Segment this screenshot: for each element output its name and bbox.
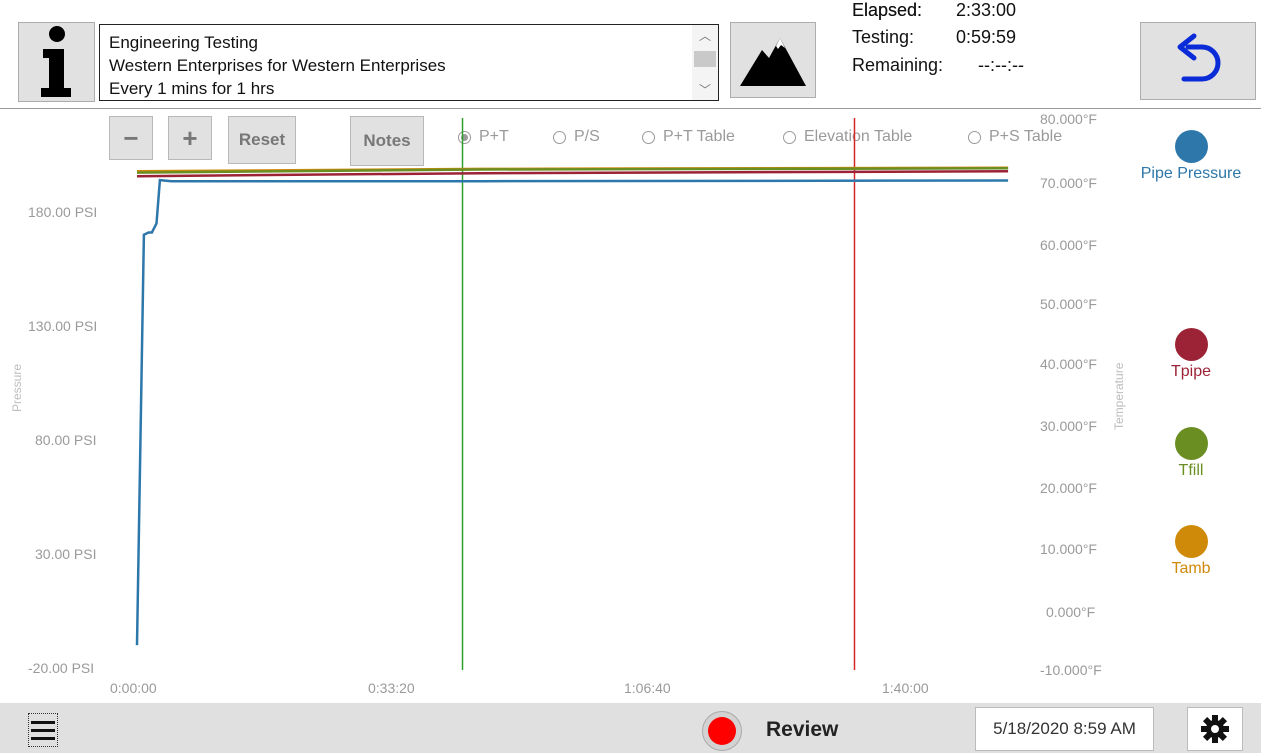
legend-swatch <box>1174 427 1208 460</box>
gear-icon <box>1201 715 1229 743</box>
legend-tpipe[interactable]: Tpipe <box>1126 328 1256 381</box>
datetime-display[interactable]: 5/18/2020 8:59 AM <box>975 707 1154 751</box>
legend-swatch <box>1174 328 1208 361</box>
hamburger-icon <box>31 720 55 724</box>
hamburger-icon-line <box>31 728 55 732</box>
legend-label: Tamb <box>1171 560 1211 577</box>
record-status-indicator[interactable] <box>702 711 742 751</box>
legend-pipe-pressure[interactable]: Pipe Pressure <box>1126 130 1256 183</box>
legend-label: Pipe Pressure <box>1140 165 1242 182</box>
settings-button[interactable] <box>1187 707 1243 751</box>
legend-label: Tfill <box>1178 462 1204 479</box>
legend-swatch <box>1174 130 1208 163</box>
legend-label: Tpipe <box>1170 363 1212 380</box>
menu-button[interactable] <box>28 713 58 747</box>
hamburger-icon-line <box>31 736 55 740</box>
series-line-pipe-pressure <box>135 178 1009 646</box>
record-dot-icon <box>708 717 736 745</box>
pressure-temperature-chart[interactable] <box>0 0 1261 753</box>
legend-swatch <box>1174 525 1208 558</box>
status-label: Review <box>766 718 839 741</box>
legend-tamb[interactable]: Tamb <box>1126 525 1256 578</box>
legend-tfill[interactable]: Tfill <box>1126 427 1256 480</box>
